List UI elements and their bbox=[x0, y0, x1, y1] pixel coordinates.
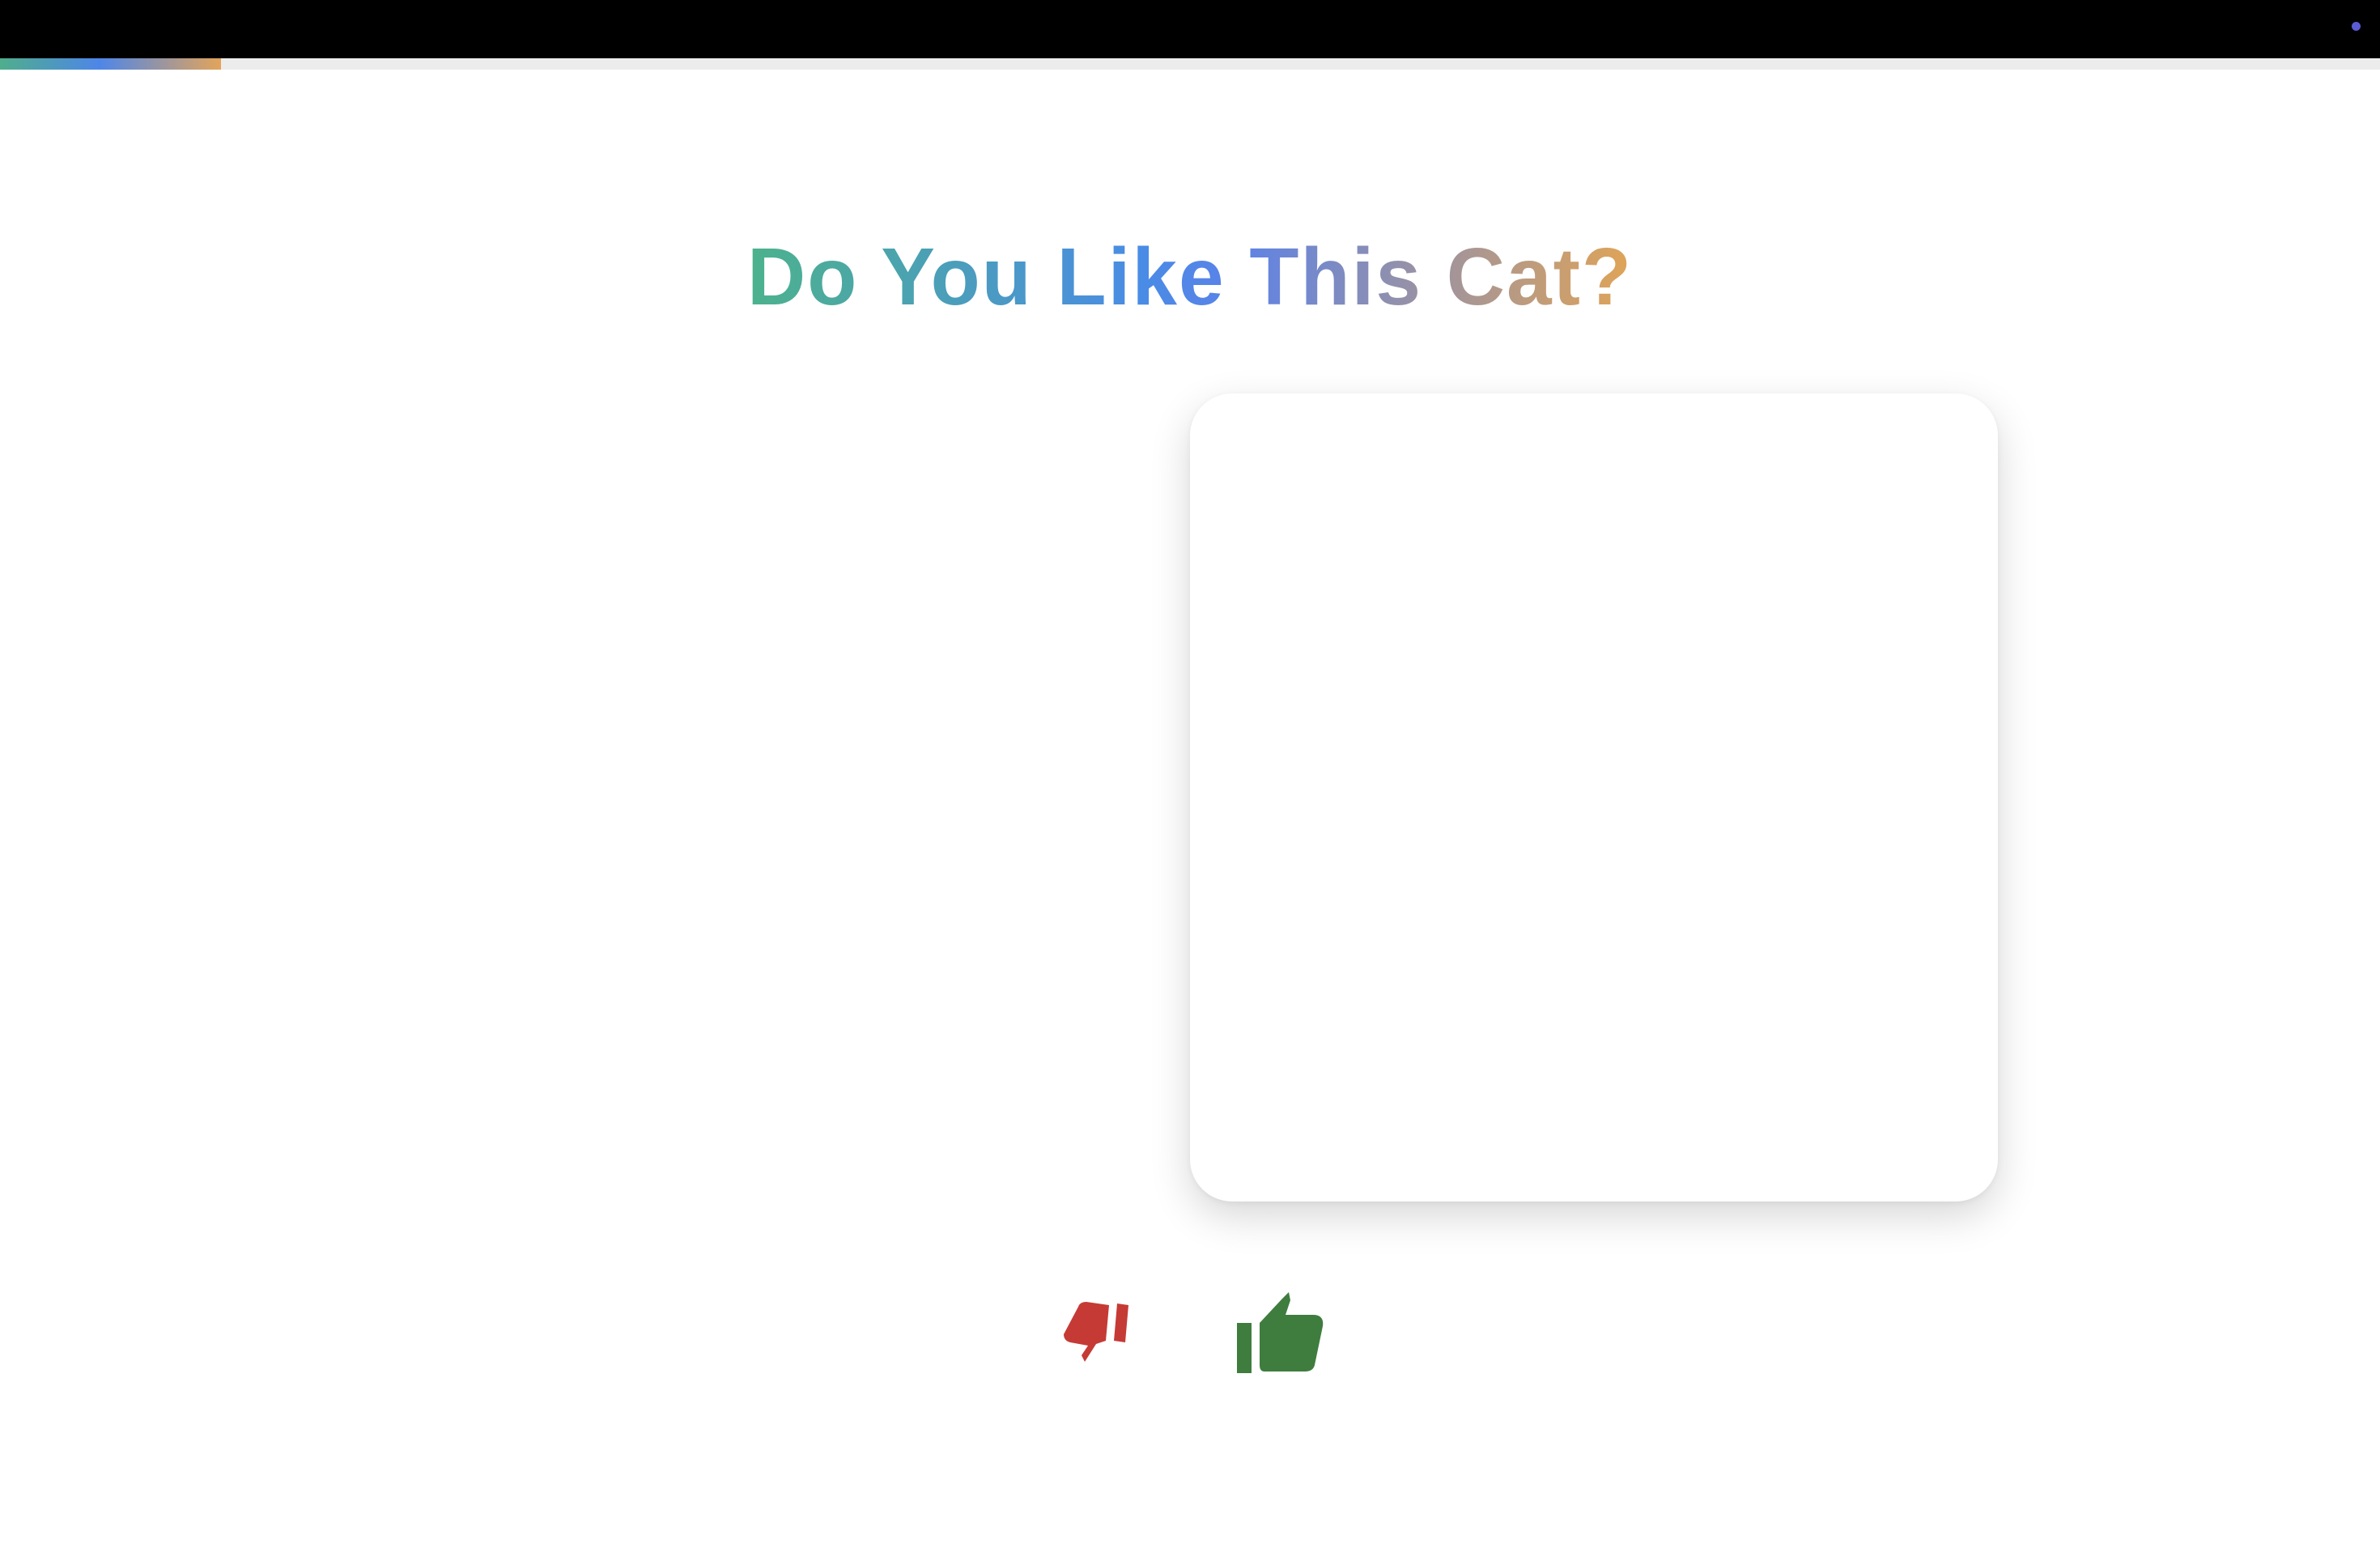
page-title: Do You Like This Cat? bbox=[0, 228, 2380, 325]
like-button[interactable] bbox=[1232, 1287, 1329, 1376]
status-dot bbox=[2352, 22, 2361, 31]
progress-bar bbox=[0, 58, 2380, 70]
thumbs-down-icon bbox=[1060, 1295, 1141, 1370]
dislike-button[interactable] bbox=[1060, 1295, 1141, 1370]
cat-image-card bbox=[1190, 393, 1998, 1201]
progress-fill bbox=[0, 58, 222, 70]
page-title-text: Do You Like This Cat? bbox=[747, 232, 1633, 322]
top-bar bbox=[0, 0, 2380, 58]
thumbs-up-icon bbox=[1232, 1287, 1329, 1376]
